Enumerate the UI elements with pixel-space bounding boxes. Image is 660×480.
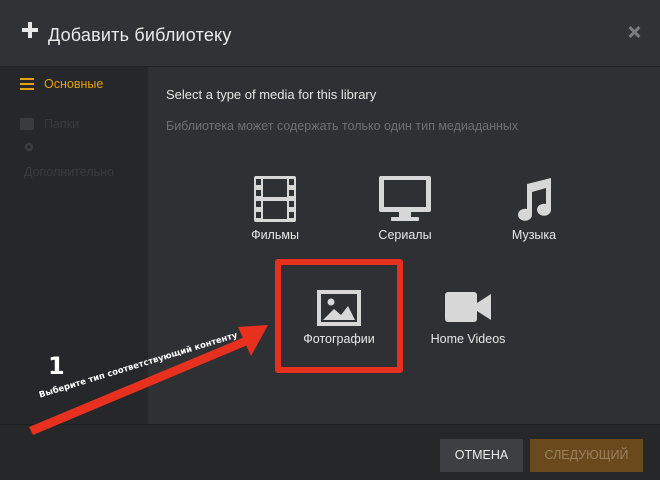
annotation-arrow [29,325,268,435]
add-library-dialog: Добавить библиотеку Основные Папки Допол… [0,0,660,480]
annotation-step-number: 1 [48,352,65,380]
